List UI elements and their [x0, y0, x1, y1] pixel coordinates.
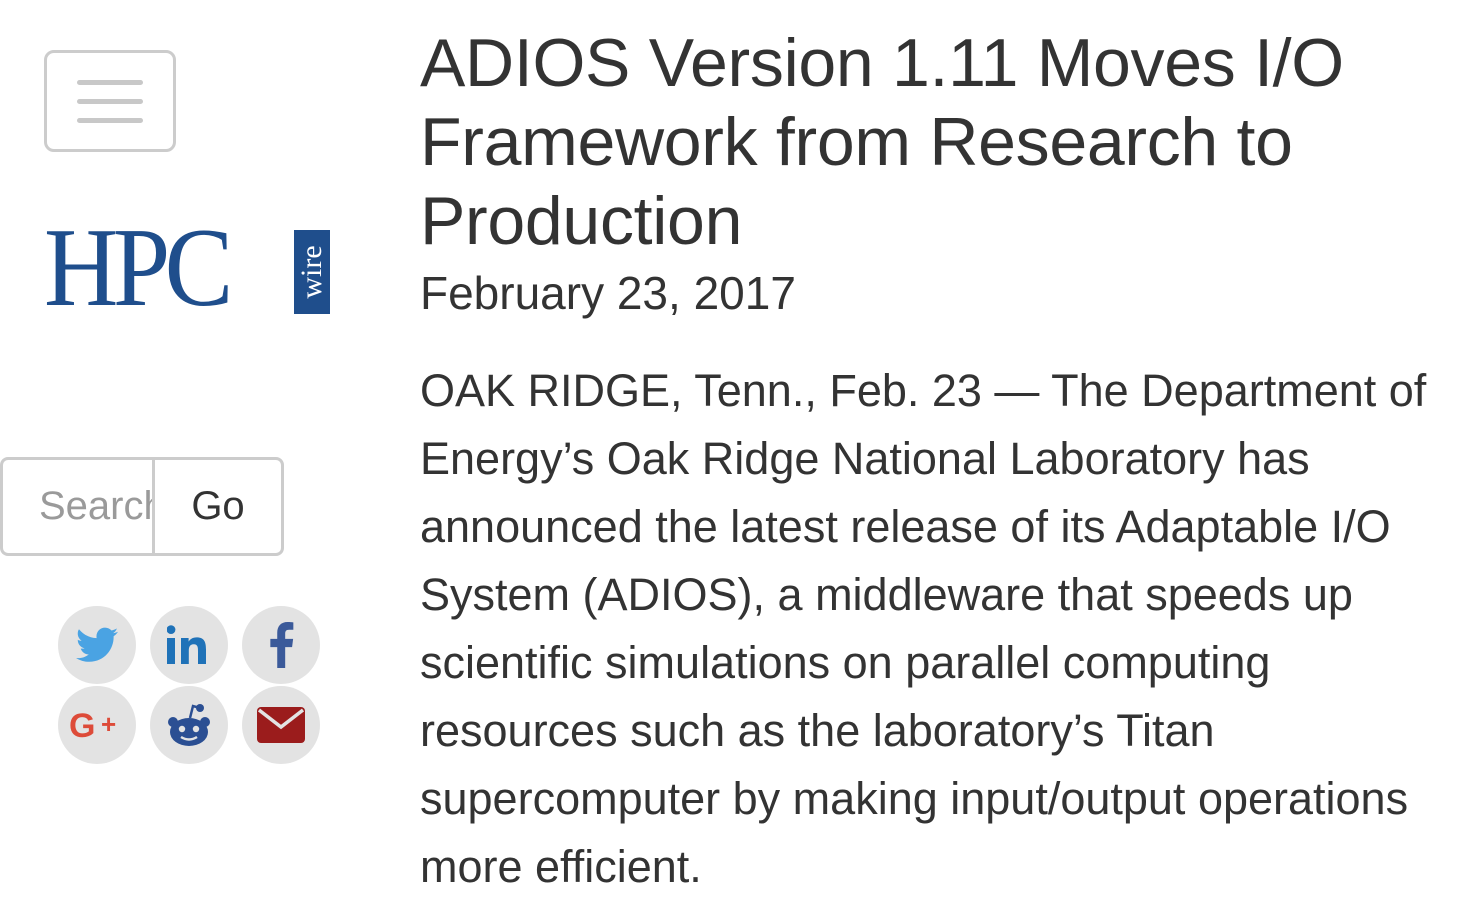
google-plus-icon: G + [69, 707, 116, 743]
email-icon [257, 707, 305, 743]
reddit-share-button[interactable] [150, 686, 228, 764]
logo-tag-box: wire [294, 230, 330, 314]
facebook-icon [270, 622, 294, 668]
search-go-button[interactable]: Go [152, 457, 284, 556]
facebook-share-button[interactable] [242, 606, 320, 684]
article-body: OAK RIDGE, Tenn., Feb. 23 — The Departme… [420, 365, 1427, 892]
linkedin-share-button[interactable] [150, 606, 228, 684]
email-share-button[interactable] [242, 686, 320, 764]
search-form: Go [0, 457, 284, 556]
twitter-share-button[interactable] [58, 606, 136, 684]
search-input[interactable] [0, 457, 152, 556]
article: ADIOS Version 1.11 Moves I/O Framework f… [420, 24, 1450, 898]
reddit-icon [168, 704, 210, 746]
article-date: February 23, 2017 [420, 267, 796, 319]
hamburger-icon-line [77, 117, 143, 123]
menu-toggle-button[interactable] [44, 50, 176, 152]
social-share: G + [58, 606, 320, 766]
svg-text:+: + [101, 709, 116, 739]
hamburger-icon-line [77, 98, 143, 104]
hamburger-icon-line [77, 79, 143, 85]
twitter-icon [76, 627, 118, 662]
google-plus-share-button[interactable]: G + [58, 686, 136, 764]
article-title: ADIOS Version 1.11 Moves I/O Framework f… [420, 25, 1344, 259]
logo-tag: wire [295, 245, 328, 299]
site-logo[interactable]: HPC wire [44, 212, 334, 324]
logo-text: HPC [44, 206, 233, 330]
svg-text:G: G [69, 707, 95, 743]
linkedin-icon [167, 625, 206, 664]
